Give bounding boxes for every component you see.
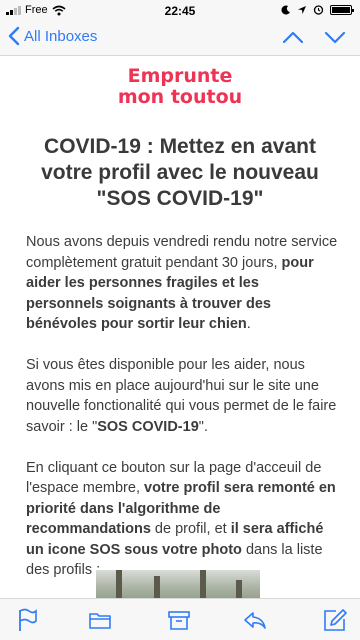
moon-icon [281,5,290,15]
email-paragraphs: Nous avons depuis vendredi rendu notre s… [26,232,338,598]
email-photo [96,570,260,598]
chevron-left-icon [8,26,20,46]
paragraph-2: Si vous êtes disponible pour les aider, … [26,355,338,437]
reply-button[interactable] [242,607,268,633]
compose-button[interactable] [322,607,348,633]
bottom-toolbar [0,598,360,640]
email-headline: COVID-19 : Mettez en avant votre profil … [41,135,319,210]
emprunte-mon-toutou-logo: Emprunte mon toutou [0,66,360,108]
status-right [281,4,354,15]
previous-message-button[interactable] [282,27,304,52]
status-bar: Free 22:45 [0,0,360,20]
paragraph-3: En cliquant ce bouton sur la page d'acce… [26,458,338,581]
battery-level [332,6,350,13]
move-to-folder-button[interactable] [87,607,113,633]
battery-icon [330,4,354,15]
paragraph-1: Nous avons depuis vendredi rendu notre s… [26,232,338,335]
back-label: All Inboxes [24,27,98,45]
back-to-all-inboxes-button[interactable]: All Inboxes [8,26,97,46]
chevron-up-icon [282,31,304,44]
reply-icon [244,612,266,629]
logo-line-1: Emprunte [127,65,233,87]
chevron-down-icon [324,31,346,44]
next-message-button[interactable] [324,27,346,52]
location-icon [298,5,306,14]
flag-button[interactable] [14,607,40,633]
flag-icon [19,608,37,631]
message-navigation [282,27,346,52]
paragraph-2-text-b: ". [198,418,208,435]
archive-icon [168,611,190,630]
folder-icon [89,613,111,629]
navigation-bar: All Inboxes [0,20,360,56]
paragraph-2-bold: SOS COVID-19 [97,418,199,435]
paragraph-1-text-b: . [246,316,251,332]
compose-icon [324,609,347,631]
email-body[interactable]: Emprunte mon toutou COVID-19 : Mettez en… [0,56,360,598]
archive-button[interactable] [166,607,192,633]
paragraph-3-text-b: de profil, et [150,521,231,537]
logo-line-2: mon toutou [117,86,243,108]
alarm-icon [313,5,324,15]
